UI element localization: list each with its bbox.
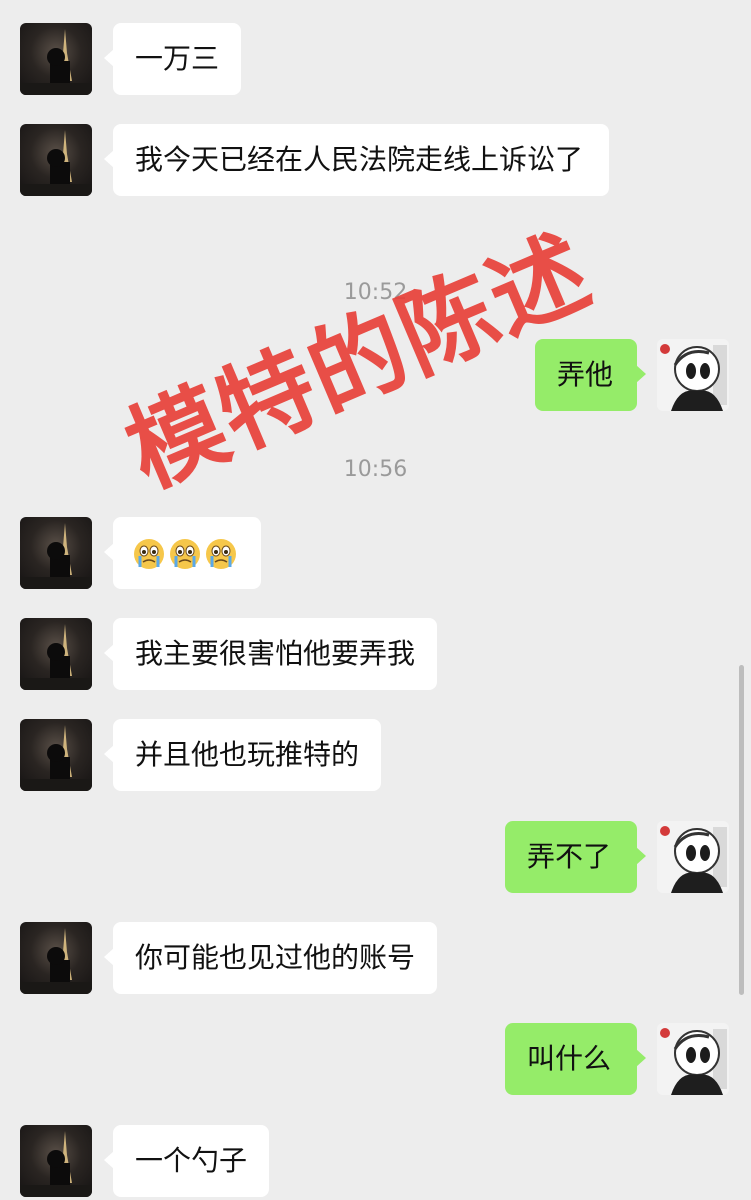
user-avatar[interactable]: [657, 339, 729, 411]
incoming-message-bubble[interactable]: 一万三: [103, 23, 242, 95]
contact-avatar[interactable]: [20, 517, 92, 589]
outgoing-message-bubble[interactable]: 弄他: [535, 339, 646, 411]
incoming-message-bubble[interactable]: 一个勺子: [103, 1125, 270, 1197]
incoming-message-bubble[interactable]: 我主要很害怕他要弄我: [103, 618, 438, 690]
scrollbar-thumb[interactable]: [739, 665, 744, 995]
cry-face-emoji: [206, 539, 236, 569]
user-avatar[interactable]: [657, 1023, 729, 1095]
message-row: 一个勺子: [0, 1125, 751, 1197]
message-row: 弄不了: [0, 821, 751, 893]
cry-face-emoji: [170, 539, 200, 569]
incoming-message-bubble[interactable]: [104, 517, 261, 589]
message-row: [0, 517, 751, 589]
contact-avatar[interactable]: [20, 124, 92, 196]
cry-face-emoji: [134, 539, 164, 569]
message-row: 叫什么: [0, 1023, 751, 1095]
outgoing-message-bubble[interactable]: 弄不了: [505, 821, 646, 893]
message-row: 一万三: [0, 23, 751, 95]
contact-avatar[interactable]: [20, 719, 92, 791]
outgoing-message-bubble[interactable]: 叫什么: [505, 1023, 646, 1095]
user-avatar[interactable]: [657, 821, 729, 893]
message-row: 我今天已经在人民法院走线上诉讼了: [0, 124, 751, 232]
contact-avatar[interactable]: [20, 23, 92, 95]
contact-avatar[interactable]: [20, 922, 92, 994]
incoming-message-bubble[interactable]: 并且他也玩推特的: [103, 719, 382, 791]
timestamp: 10:56: [343, 457, 408, 482]
message-row: 并且他也玩推特的: [0, 719, 751, 791]
incoming-message-bubble[interactable]: 你可能也见过他的账号: [103, 922, 438, 994]
message-row: 你可能也见过他的账号: [0, 922, 751, 994]
incoming-message-bubble[interactable]: 我今天已经在人民法院走线上诉讼了: [104, 124, 609, 196]
contact-avatar[interactable]: [20, 1125, 92, 1197]
message-row: 我主要很害怕他要弄我: [0, 618, 751, 690]
contact-avatar[interactable]: [20, 618, 92, 690]
